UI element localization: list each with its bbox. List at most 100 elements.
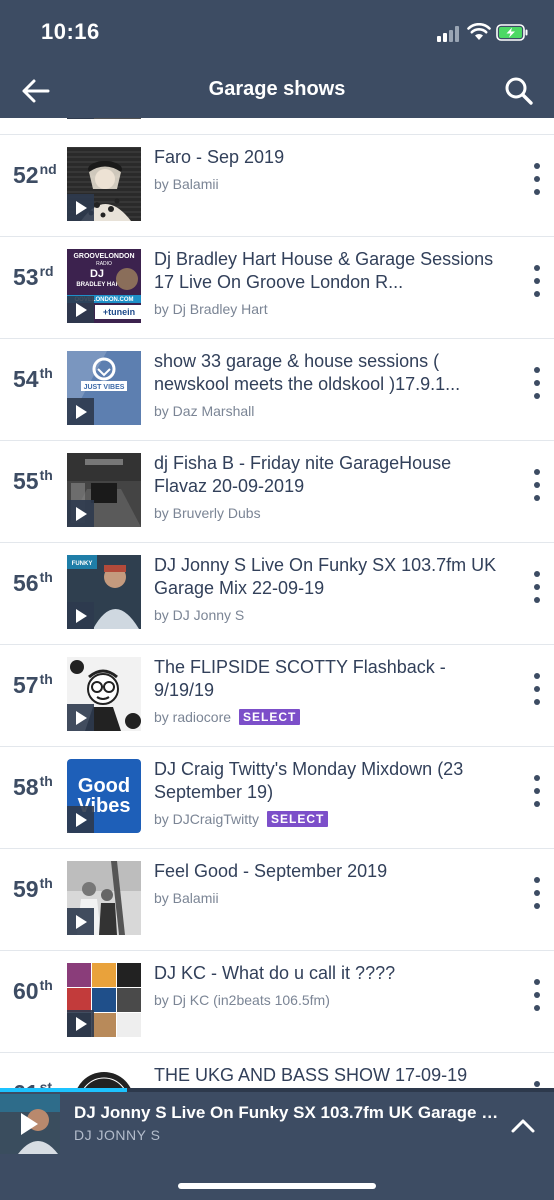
show-thumbnail[interactable]: FUNKY	[67, 555, 141, 629]
owner-name[interactable]: by DJCraigTwitty	[154, 811, 259, 827]
svg-text:FUNKY: FUNKY	[72, 561, 93, 567]
list-item[interactable]: 53rd GROOVELONDON RADIO DJ BRADLEY HART OOVEL…	[0, 237, 554, 339]
more-options-icon[interactable]	[527, 977, 547, 1025]
show-title[interactable]: Feel Good - September 2019	[154, 860, 504, 883]
list-item[interactable]: 54th JUST VIBES show 33 garage & house ses…	[0, 339, 554, 441]
owner-name[interactable]: by radiocore	[154, 709, 231, 725]
play-icon[interactable]	[67, 296, 94, 323]
play-icon[interactable]	[67, 908, 94, 935]
more-options-icon[interactable]	[527, 1079, 547, 1088]
show-owner[interactable]: by radiocore SELECT	[154, 709, 301, 725]
show-title[interactable]: DJ Craig Twitty's Monday Mixdown (23 Sep…	[154, 758, 504, 804]
owner-name[interactable]: by Balamii	[154, 890, 219, 906]
show-owner[interactable]: by Bruverly Dubs	[154, 505, 261, 521]
show-title[interactable]: DJ KC - What do u call it ????	[154, 962, 504, 985]
list-item[interactable]: 58th Good Vibes DJ Craig Twitty's Monday Mi…	[0, 747, 554, 849]
play-icon[interactable]	[67, 500, 94, 527]
player-artwork	[0, 1094, 60, 1154]
more-options-icon[interactable]	[527, 161, 547, 209]
search-icon[interactable]	[500, 72, 538, 110]
home-indicator	[178, 1183, 376, 1189]
battery-charging-icon	[496, 24, 528, 41]
play-icon[interactable]	[67, 398, 94, 425]
play-icon[interactable]	[67, 118, 94, 119]
list-item-partial[interactable]	[0, 118, 554, 135]
show-owner[interactable]: by Daz Marshall	[154, 403, 254, 419]
owner-name[interactable]: by Balamii	[154, 176, 219, 192]
more-options-icon[interactable]	[527, 773, 547, 821]
show-owner[interactable]: by Dj KC (in2beats 106.5fm)	[154, 992, 330, 1008]
rank-suffix: th	[39, 773, 53, 789]
more-options-icon[interactable]	[527, 263, 547, 311]
chart-rank: 54th	[13, 365, 53, 393]
play-icon[interactable]	[67, 806, 94, 833]
show-owner[interactable]: by Balamii	[154, 176, 219, 192]
svg-text:GROOVELONDON: GROOVELONDON	[73, 253, 134, 260]
show-title[interactable]: Dj Bradley Hart House & Garage Sessions …	[154, 248, 504, 294]
list-item[interactable]: 56th FUNKY DJ Jonny S Live On Funky SX 103…	[0, 543, 554, 645]
show-title[interactable]: dj Fisha B - Friday nite GarageHouse Fla…	[154, 452, 504, 498]
rank-number: 58	[13, 774, 39, 800]
play-icon[interactable]	[67, 602, 94, 629]
rank-suffix: nd	[39, 161, 57, 177]
rank-number: 54	[13, 366, 39, 392]
show-title[interactable]: DJ Jonny S Live On Funky SX 103.7fm UK G…	[154, 554, 504, 600]
more-options-icon[interactable]	[527, 467, 547, 515]
player-title: DJ Jonny S Live On Funky SX 103.7fm UK G…	[74, 1103, 504, 1122]
show-title[interactable]: Faro - Sep 2019	[154, 146, 504, 169]
list-item[interactable]: 60th DJ KC - What do u call it ???? by Dj …	[0, 951, 554, 1053]
list-item[interactable]: 59th Feel Good - September 2019 by Balamii	[0, 849, 554, 951]
show-title[interactable]: THE UKG AND BASS SHOW 17-09-19	[154, 1064, 504, 1087]
owner-name[interactable]: by Dj KC (in2beats 106.5fm)	[154, 992, 330, 1008]
owner-name[interactable]: by DJ Jonny S	[154, 607, 244, 623]
play-icon[interactable]	[0, 1094, 60, 1154]
play-icon[interactable]	[67, 704, 94, 731]
progress-bar[interactable]	[0, 1088, 554, 1092]
more-options-icon[interactable]	[527, 875, 547, 923]
list-item[interactable]: 55th dj Fisha B - Friday nite GarageHouse…	[0, 441, 554, 543]
rank-number: 59	[13, 876, 39, 902]
show-thumbnail[interactable]: Good Vibes	[67, 759, 141, 833]
owner-name[interactable]: by Bruverly Dubs	[154, 505, 261, 521]
more-options-icon[interactable]	[527, 671, 547, 719]
rank-number: 56	[13, 570, 39, 596]
cellular-signal-icon	[437, 26, 463, 42]
owner-name[interactable]: by Dj Bradley Hart	[154, 301, 268, 317]
more-options-icon[interactable]	[527, 365, 547, 413]
chevron-up-icon[interactable]	[508, 1110, 538, 1140]
play-icon[interactable]	[67, 1010, 94, 1037]
show-thumbnail[interactable]	[67, 453, 141, 527]
rank-suffix: th	[39, 569, 53, 585]
show-thumbnail[interactable]	[67, 861, 141, 935]
show-title[interactable]: The FLIPSIDE SCOTTY Flashback - 9/19/19	[154, 656, 504, 702]
show-owner[interactable]: by Dj Bradley Hart	[154, 301, 268, 317]
chart-rank: 56th	[13, 569, 53, 597]
rank-number: 61	[13, 1080, 39, 1088]
show-thumbnail[interactable]	[67, 147, 141, 221]
show-title[interactable]: show 33 garage & house sessions ( newsko…	[154, 350, 504, 396]
show-thumbnail[interactable]: GROOVELONDON RADIO DJ BRADLEY HART OOVELONDO…	[67, 249, 141, 323]
show-owner[interactable]: by DJ Jonny S	[154, 607, 244, 623]
rank-suffix: st	[39, 1079, 53, 1088]
show-thumbnail[interactable]	[67, 963, 141, 1037]
player-artist: DJ JONNY S	[74, 1127, 161, 1143]
show-owner[interactable]: by DJCraigTwitty SELECT	[154, 811, 329, 827]
page-title: Garage shows	[208, 78, 346, 100]
rank-suffix: th	[39, 977, 53, 993]
svg-text:RADIO: RADIO	[96, 261, 112, 267]
rank-suffix: th	[39, 875, 53, 891]
status-bar: 10:16	[0, 0, 554, 64]
owner-name[interactable]: by Daz Marshall	[154, 403, 254, 419]
show-owner[interactable]: by Balamii	[154, 890, 219, 906]
show-thumbnail[interactable]	[67, 657, 141, 731]
show-thumbnail[interactable]: MR	[67, 1065, 141, 1088]
show-thumbnail[interactable]: JUST VIBES	[67, 351, 141, 425]
play-icon[interactable]	[67, 194, 94, 221]
list-item[interactable]: 52nd Faro - Sep 2019 by Balamii	[0, 135, 554, 237]
list-item[interactable]: 57th The FLIPSIDE SCOTTY Flashback - 9/19…	[0, 645, 554, 747]
nav-bar: Garage shows	[0, 64, 554, 118]
more-options-icon[interactable]	[527, 569, 547, 617]
chart-rank: 53rd	[13, 263, 54, 291]
list-item[interactable]: 61st MR THE UKG AND BASS SHOW 17-09-19	[0, 1053, 554, 1088]
chart-rank: 55th	[13, 467, 53, 495]
